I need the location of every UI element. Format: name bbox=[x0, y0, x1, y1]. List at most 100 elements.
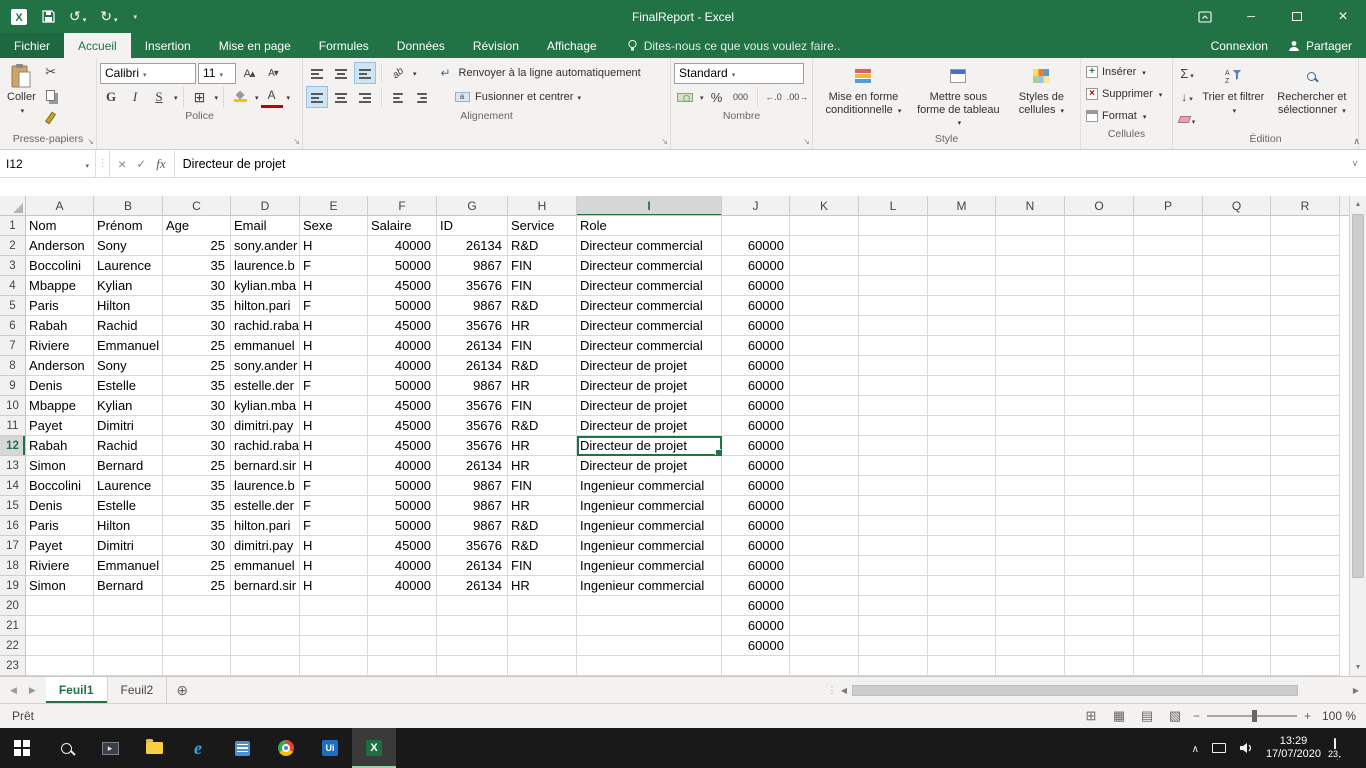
cell-R11[interactable] bbox=[1271, 416, 1340, 436]
taskbar-excel-button[interactable] bbox=[352, 728, 396, 768]
cell-B6[interactable]: Rachid bbox=[94, 316, 163, 336]
cell-C14[interactable]: 35 bbox=[163, 476, 231, 496]
cell-M20[interactable] bbox=[928, 596, 996, 616]
cell-M21[interactable] bbox=[928, 616, 996, 636]
cell-P14[interactable] bbox=[1134, 476, 1203, 496]
cell-C7[interactable]: 25 bbox=[163, 336, 231, 356]
cell-R8[interactable] bbox=[1271, 356, 1340, 376]
cell-I11[interactable]: Directeur de projet bbox=[577, 416, 722, 436]
cell-M1[interactable] bbox=[928, 216, 996, 236]
merge-center-button[interactable]: Fusionner et centrer bbox=[475, 91, 573, 103]
taskbar-clock[interactable]: 13:29 17/07/2020 bbox=[1266, 735, 1321, 761]
cell-H21[interactable] bbox=[508, 616, 577, 636]
cell-A6[interactable]: Rabah bbox=[26, 316, 94, 336]
cell-F20[interactable] bbox=[368, 596, 437, 616]
start-button[interactable] bbox=[0, 728, 44, 768]
column-header-H[interactable]: H bbox=[508, 196, 577, 215]
row-header-1[interactable]: 1 bbox=[0, 216, 25, 236]
cell-P2[interactable] bbox=[1134, 236, 1203, 256]
cell-G12[interactable]: 35676 bbox=[437, 436, 508, 456]
cell-O9[interactable] bbox=[1065, 376, 1134, 396]
column-header-P[interactable]: P bbox=[1134, 196, 1203, 215]
cell-L9[interactable] bbox=[859, 376, 928, 396]
column-header-M[interactable]: M bbox=[928, 196, 996, 215]
cell-I6[interactable]: Directeur commercial bbox=[577, 316, 722, 336]
cell-G3[interactable]: 9867 bbox=[437, 256, 508, 276]
row-header-20[interactable]: 20 bbox=[0, 596, 25, 616]
cell-C18[interactable]: 25 bbox=[163, 556, 231, 576]
cell-F3[interactable]: 50000 bbox=[368, 256, 437, 276]
cell-K21[interactable] bbox=[790, 616, 859, 636]
cell-H23[interactable] bbox=[508, 656, 577, 676]
cell-P23[interactable] bbox=[1134, 656, 1203, 676]
cell-P6[interactable] bbox=[1134, 316, 1203, 336]
column-header-F[interactable]: F bbox=[368, 196, 437, 215]
alignment-dialog-launcher-icon[interactable] bbox=[661, 137, 668, 146]
cell-E16[interactable]: F bbox=[300, 516, 368, 536]
cell-P7[interactable] bbox=[1134, 336, 1203, 356]
cell-F21[interactable] bbox=[368, 616, 437, 636]
cell-I16[interactable]: Ingenieur commercial bbox=[577, 516, 722, 536]
cell-Q21[interactable] bbox=[1203, 616, 1271, 636]
scroll-left-icon[interactable]: ◀ bbox=[836, 686, 852, 695]
cell-M3[interactable] bbox=[928, 256, 996, 276]
taskbar-search-button[interactable] bbox=[44, 728, 88, 768]
column-header-R[interactable]: R bbox=[1271, 196, 1340, 215]
cell-N6[interactable] bbox=[996, 316, 1065, 336]
cell-I22[interactable] bbox=[577, 636, 722, 656]
cell-C15[interactable]: 35 bbox=[163, 496, 231, 516]
cell-I5[interactable]: Directeur commercial bbox=[577, 296, 722, 316]
cell-F16[interactable]: 50000 bbox=[368, 516, 437, 536]
cell-R2[interactable] bbox=[1271, 236, 1340, 256]
increase-decimal-button[interactable]: ←.0 bbox=[763, 86, 785, 108]
cell-A23[interactable] bbox=[26, 656, 94, 676]
cell-R23[interactable] bbox=[1271, 656, 1340, 676]
cell-L3[interactable] bbox=[859, 256, 928, 276]
row-header-15[interactable]: 15 bbox=[0, 496, 25, 516]
cell-A12[interactable]: Rabah bbox=[26, 436, 94, 456]
taskbar-media-app-button[interactable] bbox=[88, 728, 132, 768]
cell-K6[interactable] bbox=[790, 316, 859, 336]
format-painter-button[interactable] bbox=[40, 107, 62, 129]
decrease-font-size-button[interactable] bbox=[262, 62, 284, 84]
cell-P3[interactable] bbox=[1134, 256, 1203, 276]
share-button[interactable]: Partager bbox=[1288, 39, 1352, 53]
cell-P4[interactable] bbox=[1134, 276, 1203, 296]
cell-D13[interactable]: bernard.sir bbox=[231, 456, 300, 476]
cell-M19[interactable] bbox=[928, 576, 996, 596]
cell-H9[interactable]: HR bbox=[508, 376, 577, 396]
cell-H3[interactable]: FIN bbox=[508, 256, 577, 276]
cell-C10[interactable]: 30 bbox=[163, 396, 231, 416]
row-header-11[interactable]: 11 bbox=[0, 416, 25, 436]
expand-formula-bar-icon[interactable] bbox=[1344, 150, 1366, 177]
cell-B19[interactable]: Bernard bbox=[94, 576, 163, 596]
cell-G23[interactable] bbox=[437, 656, 508, 676]
cell-N13[interactable] bbox=[996, 456, 1065, 476]
cell-B15[interactable]: Estelle bbox=[94, 496, 163, 516]
cell-E17[interactable]: H bbox=[300, 536, 368, 556]
fill-color-button[interactable] bbox=[229, 86, 251, 108]
cell-N20[interactable] bbox=[996, 596, 1065, 616]
cell-J8[interactable]: 60000 bbox=[722, 356, 790, 376]
insert-function-icon[interactable]: fx bbox=[156, 156, 165, 172]
align-top-button[interactable] bbox=[306, 62, 328, 84]
cell-O4[interactable] bbox=[1065, 276, 1134, 296]
cell-J14[interactable]: 60000 bbox=[722, 476, 790, 496]
cell-O16[interactable] bbox=[1065, 516, 1134, 536]
italic-button[interactable]: I bbox=[124, 86, 146, 108]
confirm-entry-icon[interactable] bbox=[136, 157, 146, 171]
cell-C5[interactable]: 35 bbox=[163, 296, 231, 316]
conditional-formatting-button[interactable]: Mise en forme conditionnelle bbox=[816, 61, 911, 132]
cell-H6[interactable]: HR bbox=[508, 316, 577, 336]
cell-G8[interactable]: 26134 bbox=[437, 356, 508, 376]
cell-N1[interactable] bbox=[996, 216, 1065, 236]
cell-K20[interactable] bbox=[790, 596, 859, 616]
font-dialog-launcher-icon[interactable] bbox=[293, 137, 300, 146]
cell-C3[interactable]: 35 bbox=[163, 256, 231, 276]
cell-H17[interactable]: R&D bbox=[508, 536, 577, 556]
cell-I12[interactable]: Directeur de projet bbox=[577, 436, 722, 456]
tab-mise-en-page[interactable]: Mise en page bbox=[205, 33, 305, 58]
cell-D15[interactable]: estelle.der bbox=[231, 496, 300, 516]
cell-Q18[interactable] bbox=[1203, 556, 1271, 576]
cell-Q8[interactable] bbox=[1203, 356, 1271, 376]
